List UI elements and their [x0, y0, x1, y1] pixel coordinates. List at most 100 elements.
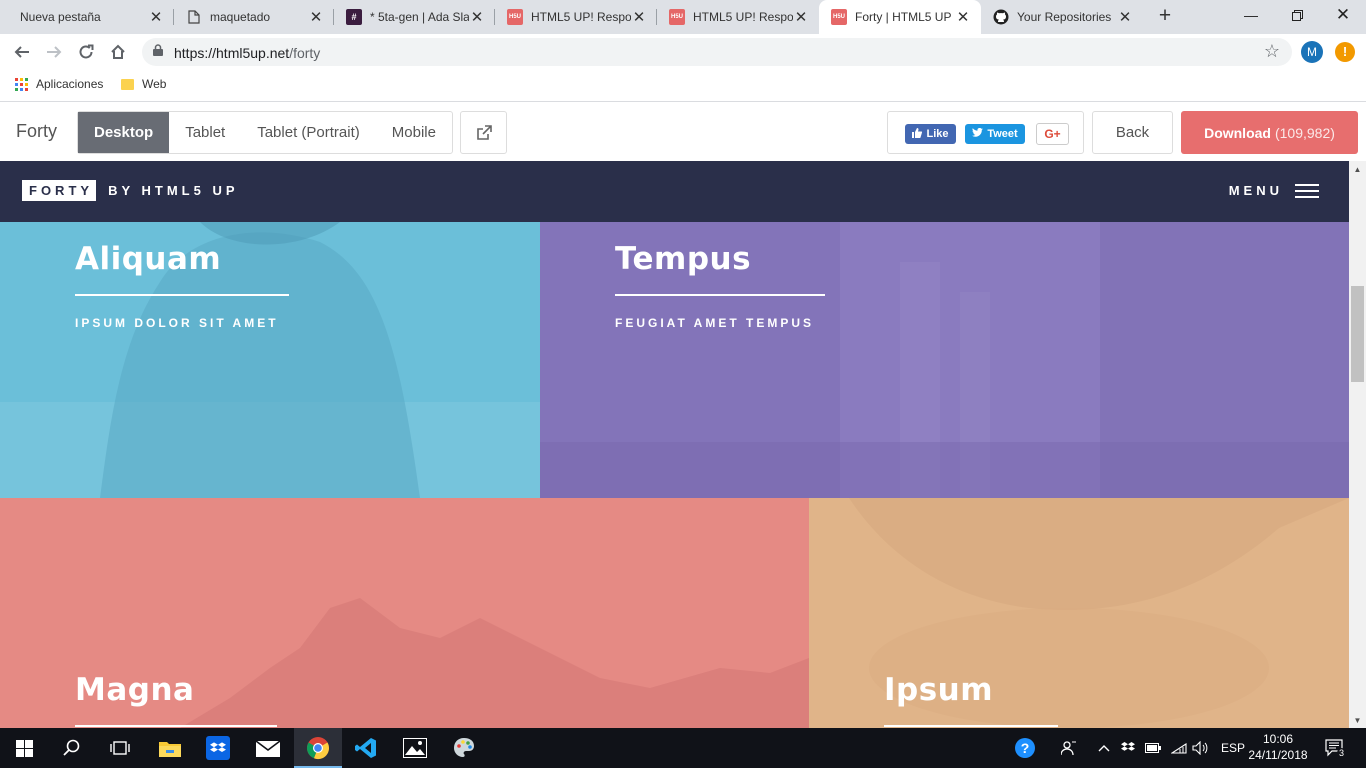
close-icon[interactable]: ✕ [793, 8, 809, 26]
menu-toggle[interactable]: MENU [1229, 183, 1319, 198]
close-icon[interactable]: ✕ [308, 8, 324, 26]
tab-title: maquetado [210, 10, 271, 24]
address-bar[interactable]: https://html5up.net/forty ☆ [142, 38, 1292, 66]
page-scrollbar[interactable]: ▲ ▼ [1349, 161, 1366, 728]
download-count: (109,982) [1274, 124, 1335, 141]
hamburger-icon [1295, 183, 1319, 198]
photos-icon[interactable] [391, 728, 439, 768]
home-icon[interactable] [104, 38, 132, 66]
star-icon[interactable]: ☆ [1264, 41, 1280, 62]
html5up-icon: H5U [669, 9, 685, 25]
dropbox-icon[interactable] [194, 728, 242, 768]
scrollbar-thumb[interactable] [1351, 286, 1364, 382]
vscode-icon[interactable] [342, 728, 390, 768]
restore-button[interactable] [1274, 0, 1320, 30]
tile-title: Aliquam [75, 241, 222, 277]
bookmark-label: Web [142, 77, 167, 91]
tab-title: Your Repositories [1017, 10, 1112, 24]
download-label: Download [1204, 124, 1271, 141]
volume-icon[interactable] [1192, 728, 1208, 768]
tab-forty[interactable]: H5U Forty | HTML5 UP ✕ [819, 0, 981, 34]
bookmark-apps[interactable]: Aplicaciones [15, 77, 103, 91]
facebook-like-button[interactable]: Like [905, 124, 956, 144]
chrome-icon[interactable] [294, 728, 342, 768]
windows-taskbar: ? ESP 10:06 24/11/2018 3 [0, 728, 1366, 768]
battery-icon[interactable] [1145, 728, 1161, 768]
open-external-button[interactable] [460, 111, 507, 154]
update-alert-icon[interactable]: ! [1335, 42, 1355, 62]
tab-slack[interactable]: # * 5ta-gen | Ada Sla ✕ [334, 0, 495, 34]
tile-content: Tempus FEUGIAT AMET TEMPUS [615, 241, 825, 330]
notification-count: 3 [1337, 748, 1347, 758]
restore-icon [1291, 9, 1303, 21]
tab-strip: Nueva pestaña ✕ maquetado ✕ # * 5ta-gen … [0, 0, 1366, 34]
apps-grid-icon [15, 77, 28, 91]
twitter-bird-icon [972, 127, 984, 140]
logo-tagline: BY HTML5 UP [108, 183, 239, 198]
minimize-button[interactable]: — [1228, 0, 1274, 30]
profile-avatar[interactable]: M [1301, 41, 1323, 63]
reload-icon[interactable] [72, 38, 100, 66]
mail-icon[interactable] [244, 728, 292, 768]
back-button[interactable]: Back [1092, 111, 1173, 154]
tab-nueva-pestana[interactable]: Nueva pestaña ✕ [8, 0, 174, 34]
window-close-button[interactable]: ✕ [1320, 0, 1366, 30]
file-explorer-icon[interactable] [146, 728, 194, 768]
new-tab-button[interactable]: + [1153, 4, 1177, 28]
tab-html5up-2[interactable]: H5U HTML5 UP! Respo ✕ [657, 0, 819, 34]
tile-magna[interactable]: Magna [0, 498, 809, 728]
tile-tempus[interactable]: Tempus FEUGIAT AMET TEMPUS [540, 222, 1349, 498]
search-icon[interactable] [48, 728, 96, 768]
scroll-down-arrow-icon[interactable]: ▼ [1349, 716, 1366, 725]
scroll-up-arrow-icon[interactable]: ▲ [1349, 165, 1366, 174]
chevron-up-icon[interactable] [1098, 728, 1110, 768]
folder-icon [121, 78, 134, 90]
close-icon[interactable]: ✕ [1117, 8, 1133, 26]
language-indicator[interactable]: ESP [1221, 728, 1245, 768]
view-desktop-button[interactable]: Desktop [78, 112, 170, 153]
google-plus-button[interactable]: G+ [1036, 123, 1069, 145]
view-mode-group: Desktop Tablet Tablet (Portrait) Mobile [77, 111, 453, 154]
tile-subtitle: IPSUM DOLOR SIT AMET [75, 316, 279, 330]
tab-maquetado[interactable]: maquetado ✕ [174, 0, 334, 34]
notifications-button[interactable]: 3 [1325, 728, 1347, 768]
tile-ipsum[interactable]: Ipsum [809, 498, 1349, 728]
close-icon[interactable]: ✕ [955, 8, 971, 26]
forward-arrow-icon[interactable] [40, 38, 68, 66]
slack-hash-icon: # [346, 9, 362, 25]
close-icon[interactable]: ✕ [631, 8, 647, 26]
paint-icon[interactable] [440, 728, 488, 768]
tile-title: Magna [75, 672, 195, 708]
site-logo[interactable]: FORTY BY HTML5 UP [22, 180, 239, 201]
menu-label: MENU [1228, 183, 1283, 198]
clock-time: 10:06 [1262, 732, 1294, 746]
tile-aliquam[interactable]: Aliquam IPSUM DOLOR SIT AMET [0, 222, 540, 498]
view-tablet-portrait-button[interactable]: Tablet (Portrait) [241, 112, 376, 153]
view-tablet-button[interactable]: Tablet [169, 112, 241, 153]
back-arrow-icon[interactable] [8, 38, 36, 66]
tile-content: Ipsum [884, 672, 1058, 727]
dropbox-tray-icon[interactable] [1121, 728, 1135, 768]
tweet-label: Tweet [987, 128, 1018, 140]
view-mobile-button[interactable]: Mobile [376, 112, 452, 153]
tweet-button[interactable]: Tweet [965, 124, 1025, 144]
windows-start-icon[interactable] [0, 728, 48, 768]
download-button[interactable]: Download (109,982) [1181, 111, 1358, 154]
svg-text:?: ? [1021, 740, 1030, 756]
tab-html5up-1[interactable]: H5U HTML5 UP! Respo ✕ [495, 0, 657, 34]
demo-preview-bar: Forty Desktop Tablet Tablet (Portrait) M… [0, 102, 1366, 161]
tab-title: HTML5 UP! Respo [693, 10, 793, 24]
close-icon[interactable]: ✕ [469, 8, 485, 26]
document-icon [186, 9, 202, 25]
system-clock[interactable]: 10:06 24/11/2018 [1244, 731, 1312, 763]
help-icon[interactable]: ? [1014, 728, 1036, 768]
url-host: https://html5up.net [174, 45, 290, 61]
close-icon[interactable]: ✕ [148, 8, 164, 26]
task-view-icon[interactable] [96, 728, 144, 768]
tile-divider [884, 725, 1058, 727]
tab-github[interactable]: Your Repositories ✕ [981, 0, 1143, 34]
people-icon[interactable] [1061, 728, 1077, 768]
bookmark-web-folder[interactable]: Web [121, 77, 166, 91]
logo-box: FORTY [22, 180, 97, 201]
wifi-icon[interactable] [1171, 728, 1187, 768]
